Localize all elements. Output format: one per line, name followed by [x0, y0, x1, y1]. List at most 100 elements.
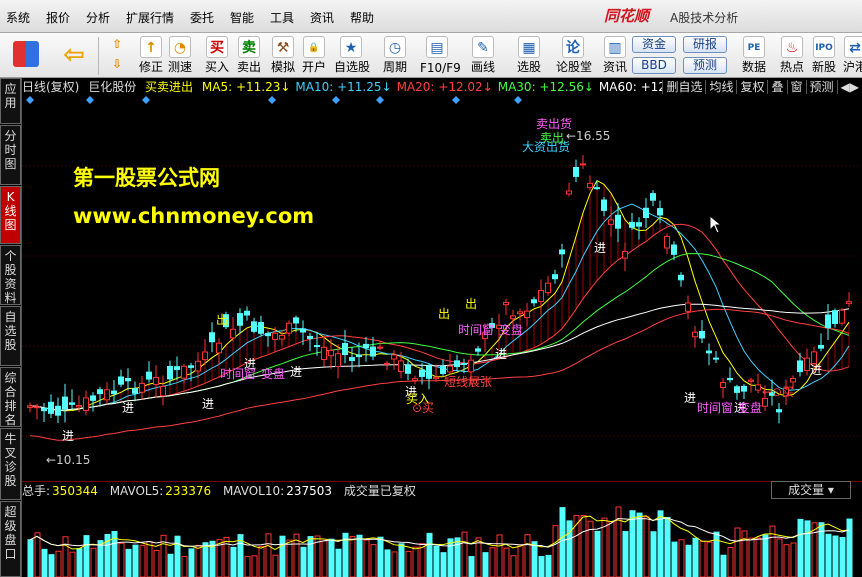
window-button[interactable]: 窗 [786, 80, 806, 94]
remove-watchlist-button[interactable]: 删自选 [662, 80, 706, 94]
menu-help[interactable]: 帮助 [350, 9, 374, 26]
toolbar-icon-5: 🔒 [303, 36, 325, 58]
toolbar-button-4[interactable]: ⚒ 模拟 [266, 33, 300, 78]
volume-bar-77 [566, 520, 573, 577]
volume-bar-15 [132, 544, 139, 577]
toolbar-button-3[interactable]: 卖卖出 [232, 33, 266, 78]
candle-body-85 [622, 251, 628, 259]
overlay-button[interactable]: 叠 [767, 80, 787, 94]
layout-button[interactable] [6, 33, 46, 78]
toolbar-button-12[interactable]: ▥ 资讯 [598, 33, 632, 78]
volume-bar-25 [202, 542, 209, 577]
tab-profile[interactable]: 个股资料 [0, 245, 21, 305]
toolbar-button-1[interactable]: ◔ 测速 [163, 33, 197, 78]
toolbar-icon-0: ↑ [140, 36, 162, 58]
scroll-arrows-icon[interactable]: ◀▶ [836, 80, 862, 94]
menu-quote[interactable]: 报价 [46, 9, 70, 26]
candle-body-88 [643, 207, 649, 219]
menu-extended[interactable]: 扩展行情 [126, 9, 174, 26]
tab-ranking[interactable]: 综合排名 [0, 367, 21, 427]
toolbar-button-9[interactable]: ✎ 画线 [466, 33, 500, 78]
volume-bar-90 [657, 510, 664, 577]
toolbar-button-16[interactable]: ⇄ 沪港 [838, 33, 862, 78]
tab-timeshare[interactable]: 分时图 [0, 125, 21, 185]
adjust-button[interactable]: 复权 [736, 80, 768, 94]
volume-indicator-select[interactable]: 成交量 ▾ [771, 481, 851, 499]
short-expand-label: 短线展张 [444, 375, 492, 389]
volume-bar-97 [706, 541, 713, 577]
volume-bar-84 [615, 506, 622, 577]
time-window-0: 时间窗 [220, 367, 256, 381]
tab-kline[interactable]: K线图 [0, 186, 21, 244]
signal-in-10: 进 [810, 363, 822, 377]
bbd-button[interactable]: BBD [632, 57, 676, 74]
tab-diagnosis[interactable]: 牛叉诊股 [0, 428, 21, 500]
capital-button[interactable]: 资金 [632, 36, 676, 53]
tab-super-level[interactable]: 超级盘口 [0, 501, 21, 577]
candle-body-39 [300, 328, 306, 333]
toolbar-button-7[interactable]: ◷ 周期 [378, 33, 412, 78]
volume-bar-58 [433, 545, 440, 577]
candle-body-5 [62, 396, 68, 410]
volume-bar-43 [328, 538, 335, 577]
toolbar-button-5[interactable]: 🔒 开户 [297, 33, 331, 78]
toolbar-icon-14: ♨ [781, 36, 803, 58]
tab-apps[interactable]: 应用 [0, 78, 21, 124]
back-button[interactable]: ⇦ [54, 33, 94, 78]
scroll-buttons[interactable]: ⇧ ⇩ [103, 33, 131, 78]
candle-body-73 [538, 290, 544, 303]
volume-bar-72 [531, 541, 538, 577]
research-button[interactable]: 研报 [683, 36, 727, 53]
toolbar-button-6[interactable]: ★ 自选股 [334, 33, 370, 78]
volume-bar-75 [552, 525, 559, 577]
menu-tools[interactable]: 工具 [270, 9, 294, 26]
candle-body-95 [692, 331, 698, 338]
menu-system[interactable]: 系统 [6, 9, 30, 26]
forecast-button[interactable]: 预测 [683, 57, 727, 74]
tab-watchlist[interactable]: 自选股 [0, 306, 21, 366]
volume-bar-53 [398, 543, 405, 577]
period-label[interactable]: 日线(复权) [22, 80, 79, 94]
predict-button[interactable]: 预测 [805, 80, 837, 94]
toolbar-button-13[interactable]: PE 数据 [737, 33, 771, 78]
toolbar-button-14[interactable]: ♨ 热点 [775, 33, 809, 78]
candle-body-61 [454, 360, 460, 368]
toolbar-button-11[interactable]: 论论股堂 [556, 33, 593, 78]
candle-body-37 [286, 322, 292, 334]
volume-bar-70 [517, 544, 524, 577]
toolbar-button-15[interactable]: IPO 新股 [807, 33, 841, 78]
candlestick-chart[interactable]: 进进 进进进进进进进进进出 出出时间窗 变盘时间窗 变盘时间窗 变盘短线展张买入⊙买←⊙买… [22, 96, 862, 481]
menu-trade[interactable]: 委托 [190, 9, 214, 26]
candle-body-13 [118, 376, 124, 385]
candle-body-45 [342, 343, 348, 356]
ma-button[interactable]: 均线 [705, 80, 737, 94]
toolbar-icon-11: 论 [562, 36, 584, 58]
candle-body-29 [230, 328, 236, 339]
menu-analysis[interactable]: 分析 [86, 9, 110, 26]
candle-body-79 [580, 163, 586, 166]
menu-news[interactable]: 资讯 [310, 9, 334, 26]
top-marker-2 [142, 96, 150, 104]
volume-bar-3 [48, 554, 55, 577]
toolbar-label-14: 热点 [779, 60, 804, 74]
toolbar-icon-13: PE [743, 36, 765, 58]
change-2: 变盘 [738, 400, 762, 415]
toolbar-button-2[interactable]: 买买入 [200, 33, 234, 78]
volume-bar-46 [349, 536, 356, 577]
candle-body-99 [720, 381, 726, 389]
toolbar-button-8[interactable]: ▤ F10/F9 [420, 33, 461, 78]
menu-smart[interactable]: 智能 [230, 9, 254, 26]
low-price-label: ←10.15 [46, 453, 90, 467]
candle-body-40 [307, 335, 313, 339]
volume-bar-83 [608, 521, 615, 577]
indicator-name[interactable]: 买卖进出 [145, 80, 193, 94]
volume-bar-23 [188, 548, 195, 577]
toolbar-label-11: 论股堂 [556, 60, 593, 74]
toolbar-button-10[interactable]: ▦ 选股 [512, 33, 546, 78]
volume-bar-54 [405, 550, 412, 577]
volume-bar-81 [594, 530, 601, 577]
top-marker-7 [514, 96, 522, 104]
top-marker-5 [376, 96, 384, 104]
volume-chart[interactable] [22, 499, 862, 577]
volume-bar-76 [559, 507, 566, 577]
